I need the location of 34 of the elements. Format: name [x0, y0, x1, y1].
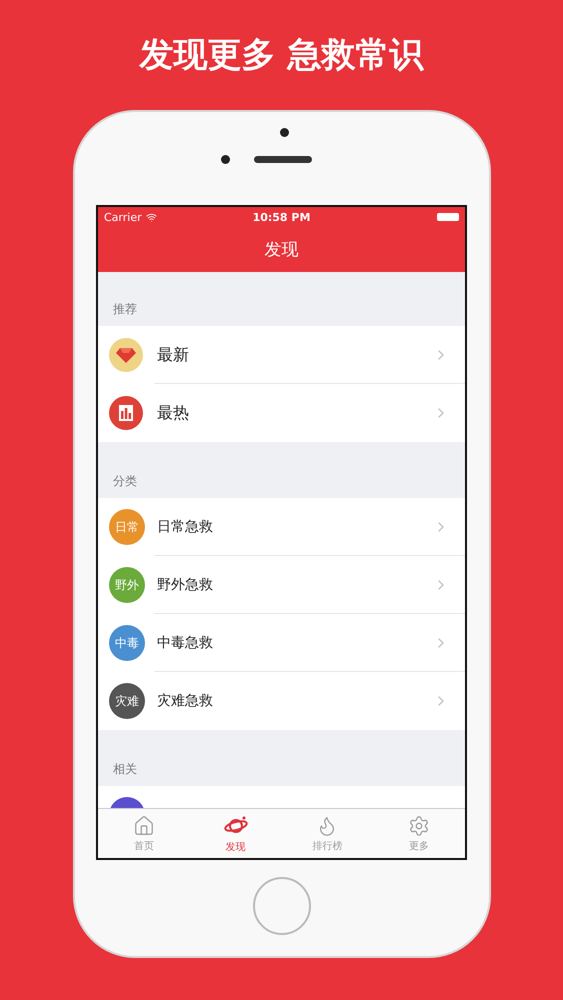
gem-icon [116, 347, 136, 363]
carrier-label: Carrier [104, 210, 142, 224]
settings-icon[interactable] [408, 814, 430, 836]
tab-item[interactable]: 发现 [190, 809, 282, 858]
speaker-slot [254, 156, 312, 163]
section-header: 相关 [113, 761, 137, 778]
section-header: 推荐 [113, 301, 137, 318]
row-label: 灾难急救 [157, 692, 214, 710]
bar-chart-icon [118, 405, 134, 421]
list-row[interactable]: 灾难 灾难急救 [98, 672, 465, 730]
home-icon[interactable] [132, 814, 155, 836]
headline: 发现更多 急救常识 [140, 34, 424, 77]
category-badge: 中毒 [109, 625, 145, 661]
status-time: 10:58 PM [252, 210, 310, 224]
row-label: 中毒急救 [157, 634, 214, 652]
list-row[interactable]: 中毒 中毒急救 [98, 614, 465, 672]
list-row[interactable]: 最热 [98, 384, 465, 442]
list-row[interactable]: 日常 日常急救 [98, 498, 465, 556]
category-badge: 日常 [109, 509, 145, 545]
camera-dot [280, 128, 288, 137]
list-row[interactable]: 野外 野外急救 [98, 556, 465, 614]
battery-icon [437, 213, 459, 221]
row-label: 最热 [157, 402, 190, 424]
category-badge: 灾难 [109, 683, 145, 719]
list-row[interactable]: 最新 [98, 326, 465, 384]
section-header: 分类 [113, 473, 137, 490]
screen-title: 发现 [264, 239, 298, 261]
wifi-icon [146, 212, 157, 222]
row-label: 最新 [157, 344, 190, 366]
row-label: 野外急救 [157, 576, 214, 594]
row-label: 日常急救 [157, 518, 214, 536]
home-button[interactable] [252, 877, 310, 935]
category-badge: 野外 [109, 567, 145, 603]
camera-lens [220, 155, 230, 164]
